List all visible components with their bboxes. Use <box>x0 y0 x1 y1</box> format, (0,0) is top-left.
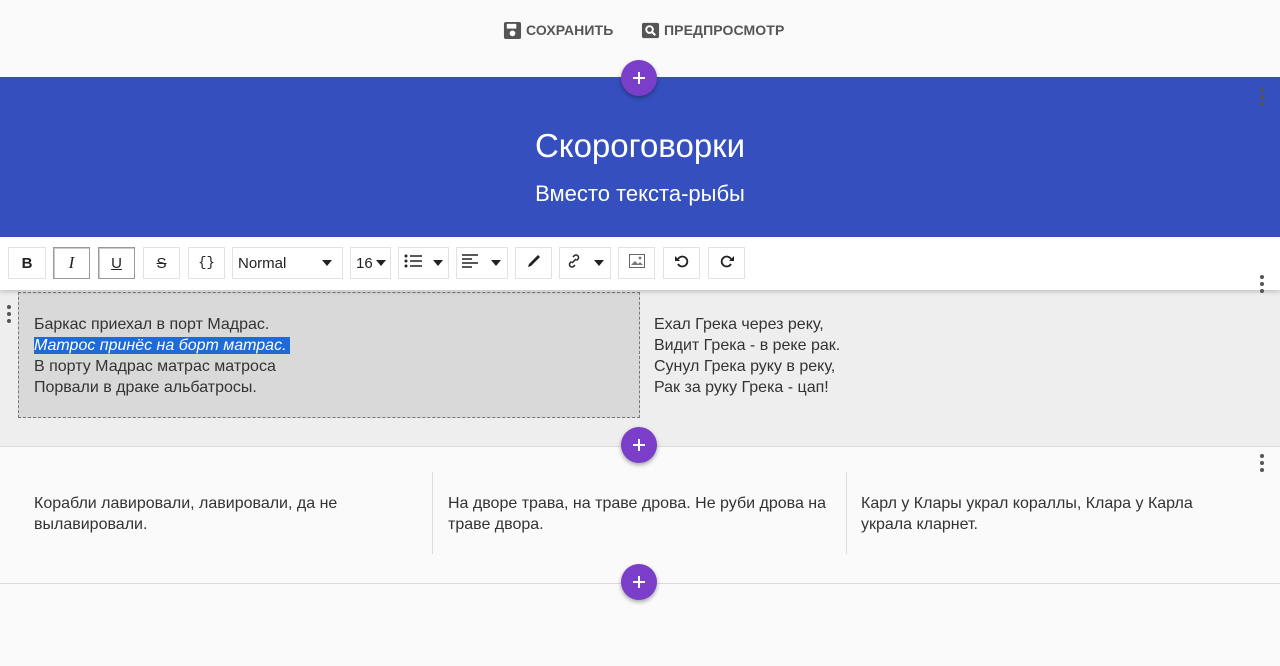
block-menu-icon[interactable] <box>1259 454 1265 472</box>
save-button[interactable]: СОХРАНИТЬ <box>503 19 613 41</box>
header-block[interactable]: Скороговорки Вместо текста-рыбы <box>0 77 1280 237</box>
plus-icon <box>633 72 645 84</box>
block-menu-icon[interactable] <box>1259 88 1265 106</box>
image-icon <box>628 253 645 273</box>
strikethrough-button[interactable]: S <box>143 247 180 279</box>
chevron-down-icon <box>491 260 501 266</box>
search-icon <box>641 21 660 40</box>
link-icon <box>566 253 582 274</box>
text-line: Порвали в драке альбатросы. <box>34 379 257 396</box>
text-line: Баркас приехал в порт Мадрас. <box>34 316 270 333</box>
chevron-down-icon <box>322 260 332 266</box>
font-size-select[interactable]: 16 <box>350 247 391 279</box>
text-line: Видит Грека - в реке рак. <box>654 337 841 354</box>
text-column-2[interactable]: Ехал Грека через реку, Видит Грека - в р… <box>654 314 840 398</box>
add-block-button[interactable] <box>621 60 657 96</box>
column-divider <box>846 472 847 554</box>
list-style-select[interactable] <box>398 247 449 279</box>
italic-button[interactable]: I <box>53 247 90 279</box>
redo-icon <box>719 253 735 274</box>
plus-icon <box>633 439 645 451</box>
text-column-3[interactable]: Карл у Клары украл кораллы, Клара у Карл… <box>861 493 1211 535</box>
save-label: СОХРАНИТЬ <box>526 22 614 38</box>
bold-button[interactable]: B <box>8 247 46 279</box>
text-line: Ехал Грека через реку, <box>654 316 824 333</box>
pen-icon <box>526 253 542 274</box>
code-button[interactable]: {} <box>188 247 225 279</box>
list-icon <box>404 253 422 274</box>
text-align-select[interactable] <box>456 247 508 279</box>
preview-label: ПРЕДПРОСМОТР <box>664 22 785 38</box>
undo-icon <box>674 253 690 274</box>
text-line: В порту Мадрас матрас матроса <box>34 358 276 375</box>
block-menu-icon[interactable] <box>1259 275 1265 293</box>
selected-text: Матрос принёс на борт матрас. <box>34 337 290 354</box>
chevron-down-icon <box>433 260 443 266</box>
plus-icon <box>633 576 645 588</box>
add-block-button[interactable] <box>621 564 657 600</box>
link-select[interactable] <box>559 247 611 279</box>
hero-title: Скороговорки <box>534 127 746 164</box>
rich-text-toolbar: B I U S {} Normal 16 <box>0 237 1280 290</box>
two-column-block[interactable]: Баркас приехал в порт Мадрас. Матрос при… <box>0 290 1280 447</box>
underline-button[interactable]: U <box>98 247 135 279</box>
text-line: Сунул Грека руку в реку, <box>654 358 836 375</box>
add-block-button[interactable] <box>621 427 657 463</box>
text-column-1[interactable]: Баркас приехал в порт Мадрас. Матрос при… <box>34 314 290 398</box>
column-menu-icon[interactable] <box>6 305 12 323</box>
chevron-down-icon <box>376 260 386 266</box>
undo-button[interactable] <box>663 247 700 279</box>
chevron-down-icon <box>594 260 604 266</box>
color-button[interactable] <box>515 247 552 279</box>
floppy-disk-icon <box>503 21 522 40</box>
align-left-icon <box>462 253 480 274</box>
text-line: Рак за руку Грека - цап! <box>654 379 829 396</box>
block-style-select[interactable]: Normal <box>232 247 343 279</box>
redo-button[interactable] <box>708 247 745 279</box>
hero-subtitle: Вместо текста-рыбы <box>535 181 745 206</box>
insert-image-button[interactable] <box>618 247 655 279</box>
preview-button[interactable]: ПРЕДПРОСМОТР <box>641 19 784 41</box>
text-column-2[interactable]: На дворе трава, на траве дрова. Не руби … <box>448 493 833 535</box>
column-divider <box>432 472 433 554</box>
text-column-1[interactable]: Корабли лавировали, лавировали, да не вы… <box>34 493 374 535</box>
